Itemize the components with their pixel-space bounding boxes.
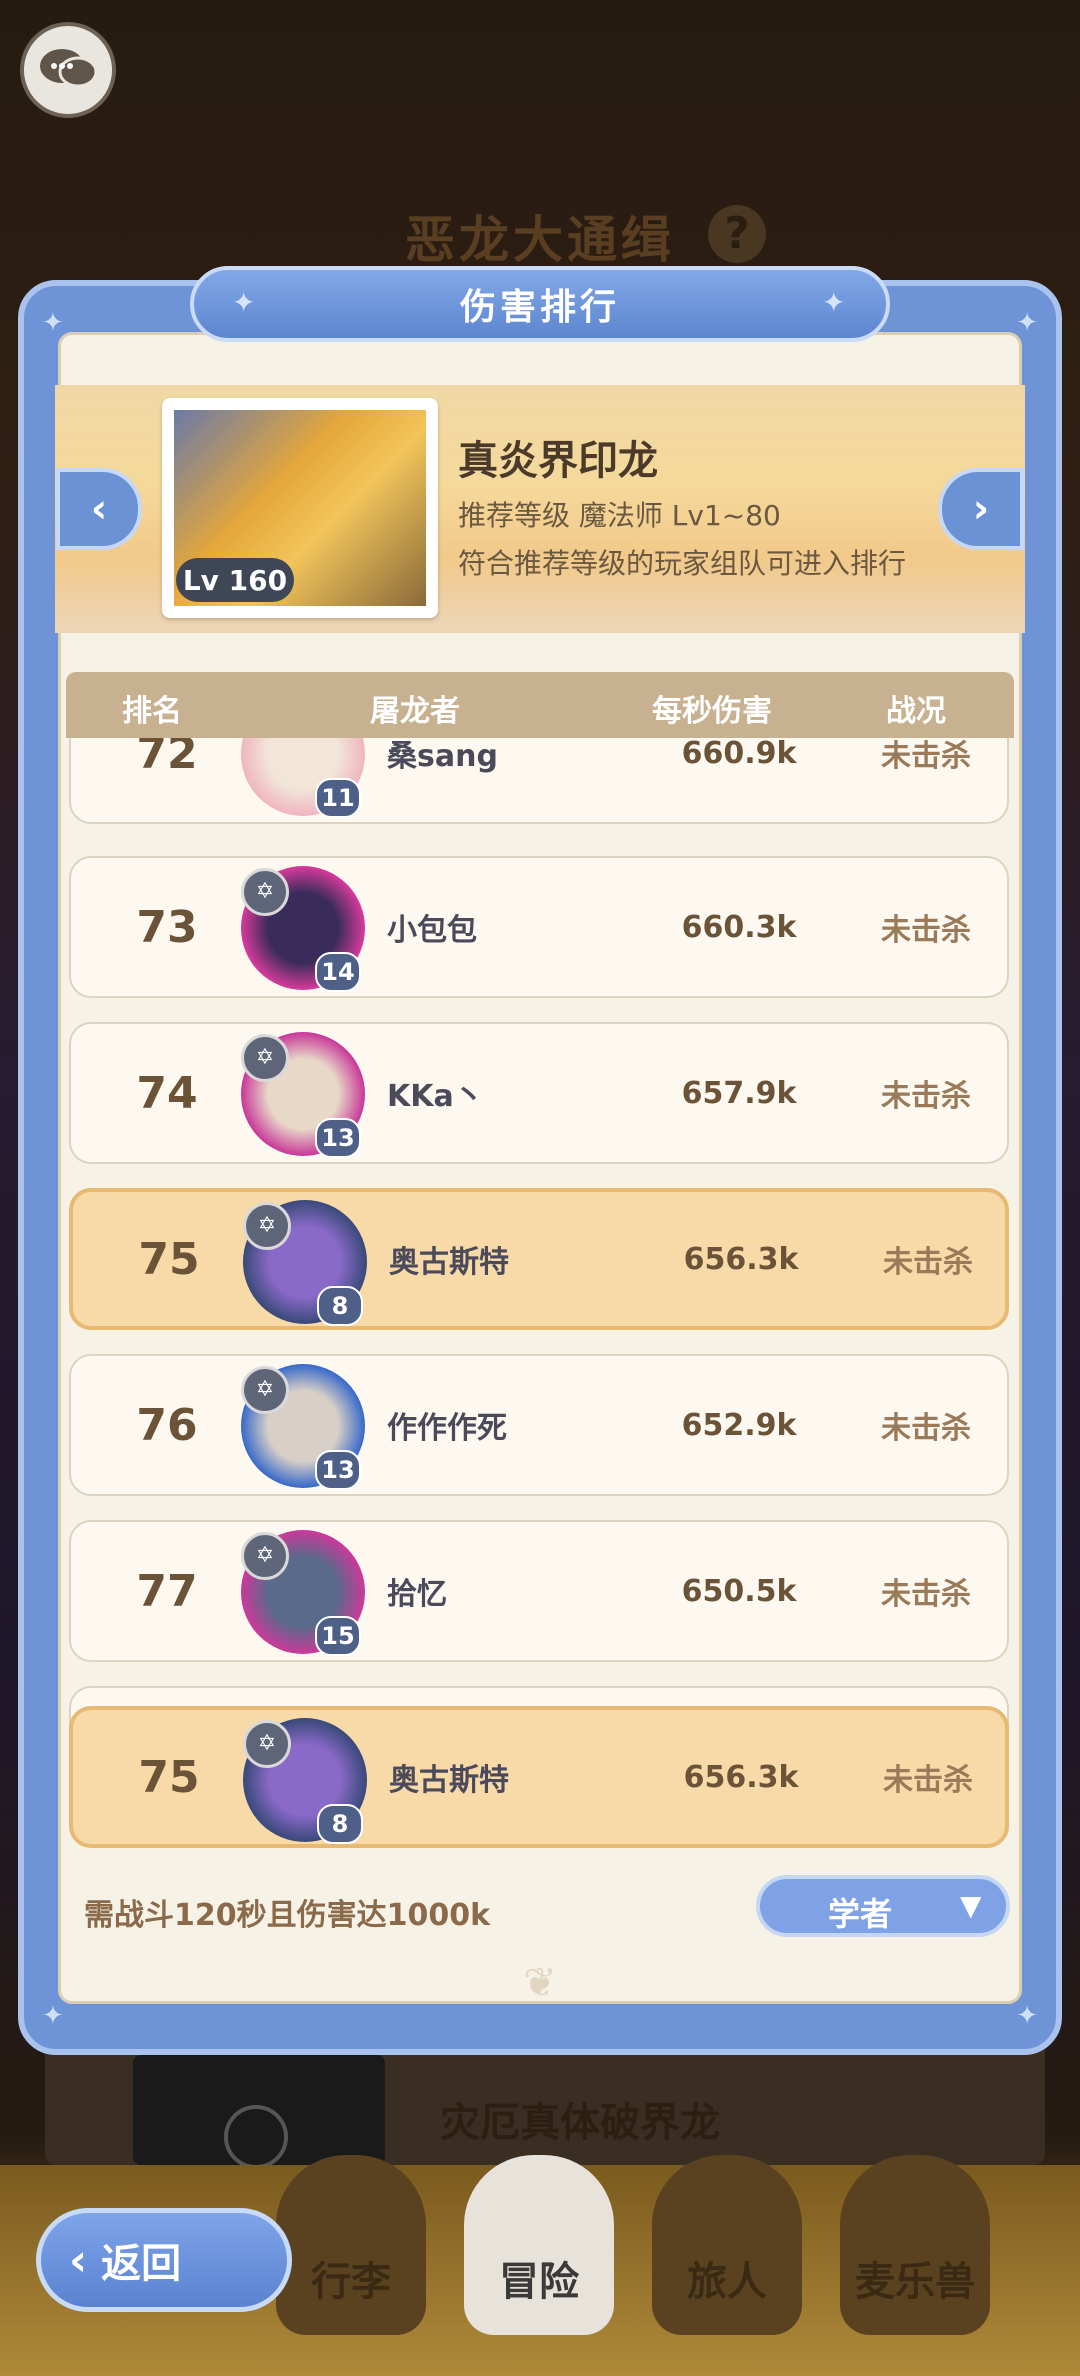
nav-travelers[interactable]: 旅人 [652,2155,802,2335]
class-filter-value: 学者 [827,1895,892,1933]
dps-value: 652.9k [681,1407,797,1443]
player-level-badge: 14 [315,952,361,992]
kill-status: 未击杀 [881,1079,971,1114]
kill-status: 未击杀 [881,1577,971,1612]
kill-status: 未击杀 [881,1411,971,1446]
class-filter-dropdown[interactable]: 学者 ▼ [756,1875,1010,1937]
table-row[interactable]: 77 ✡ 15 拾忆 650.5k 未击杀 [69,1520,1009,1662]
rank-number: 73 [136,901,198,953]
class-emblem-icon: ✡ [241,1366,289,1414]
sparkle-icon: ✦ [822,286,846,319]
class-emblem-icon: ✡ [243,1202,291,1250]
class-emblem-icon: ✡ [241,868,289,916]
boss-level-tag: Lv 160 [176,558,294,602]
kill-status: 未击杀 [881,913,971,948]
nav-pets[interactable]: 麦乐兽 [840,2155,990,2335]
col-status: 战况 [886,694,946,729]
rank-number: 74 [136,1067,198,1119]
corner-ornament-icon: ✦ [1016,308,1038,338]
dps-value: 660.9k [681,738,797,771]
boss-recommend-level: 推荐等级 魔法师 Lv1~80 [458,499,781,532]
chevron-left-icon: ‹ [69,2234,88,2286]
ranking-requirement: 需战斗120秒且伤害达1000k [84,1898,491,1933]
table-row[interactable]: 73 ✡ 14 小包包 660.3k 未击杀 [69,856,1009,998]
kill-status: 未击杀 [881,739,971,774]
col-player: 屠龙者 [370,694,460,729]
player-name: 作作作死 [387,1411,507,1446]
chevron-left-icon: ‹ [90,486,108,532]
dps-value: 660.3k [681,909,797,945]
my-rank-row[interactable]: 75 ✡ 8 奥古斯特 656.3k 未击杀 [69,1706,1009,1848]
table-row-current-player[interactable]: 75 ✡ 8 奥古斯特 656.3k 未击杀 [69,1188,1009,1330]
corner-ornament-icon: ✦ [1016,2001,1038,2031]
player-level-badge: 8 [317,1804,363,1844]
dps-value: 650.5k [681,1573,797,1609]
corner-ornament-icon: ✦ [42,308,64,338]
col-dps: 每秒伤害 [652,694,772,729]
ranking-table-header: 排名 屠龙者 每秒伤害 战况 [66,672,1014,738]
player-name: 奥古斯特 [389,1245,509,1280]
nav-adventure[interactable]: 冒险 [464,2155,614,2335]
player-name: 拾忆 [387,1577,447,1612]
class-emblem-icon: ✡ [241,1532,289,1580]
rank-number: 77 [136,1565,198,1617]
background-boss-title: 灾厄真体破界龙 [440,2100,720,2146]
boss-ranking-note: 符合推荐等级的玩家组队可进入排行 [458,547,907,580]
class-emblem-icon: ✡ [243,1720,291,1768]
dps-value: 656.3k [683,1241,799,1277]
kill-status: 未击杀 [883,1245,973,1280]
chat-button[interactable] [20,22,116,118]
caret-down-icon: ▼ [960,1889,982,1922]
dps-value: 656.3k [683,1759,799,1795]
prev-boss-button[interactable]: ‹ [56,468,142,550]
rank-number: 75 [138,1751,200,1803]
player-name: 桑sang [387,739,498,774]
modal-title: 伤害排行 [190,266,890,342]
rank-number: 75 [138,1233,200,1285]
class-emblem-icon: ✡ [241,1034,289,1082]
player-level-badge: 13 [315,1118,361,1158]
ranking-list[interactable]: 72 11 桑sang 660.9k 未击杀 73 ✡ 14 小包包 660.3… [66,738,1014,1855]
player-level-badge: 11 [315,778,361,818]
rank-number: 76 [136,1399,198,1451]
table-row[interactable]: 72 11 桑sang 660.9k 未击杀 [69,738,1009,824]
player-name: 奥古斯特 [389,1763,509,1798]
col-rank: 排名 [122,694,182,729]
back-label: 返回 [101,2241,182,2287]
chat-bubbles-icon [40,49,98,88]
chevron-right-icon: › [972,486,990,532]
help-icon[interactable]: ? [708,205,766,263]
table-row[interactable]: 74 ✡ 13 KKa丶 657.9k 未击杀 [69,1022,1009,1164]
back-button[interactable]: ‹ 返回 [36,2208,292,2312]
ornament-icon: ❦ [523,1960,557,2006]
corner-ornament-icon: ✦ [42,2001,64,2031]
player-level-badge: 15 [315,1616,361,1656]
lock-icon [224,2105,288,2169]
background-page-title: 恶龙大通缉 [405,211,675,269]
sparkle-icon: ✦ [232,286,256,319]
player-level-badge: 13 [315,1450,361,1490]
dps-value: 657.9k [681,1075,797,1111]
table-row[interactable]: 76 ✡ 13 作作作死 652.9k 未击杀 [69,1354,1009,1496]
boss-name: 真炎界印龙 [458,438,658,484]
rank-number: 72 [136,738,198,779]
nav-bag[interactable]: 行李 [276,2155,426,2335]
next-boss-button[interactable]: › [938,468,1024,550]
kill-status: 未击杀 [883,1763,973,1798]
player-name: 小包包 [387,913,477,948]
player-level-badge: 8 [317,1286,363,1326]
player-name: KKa丶 [387,1079,484,1114]
